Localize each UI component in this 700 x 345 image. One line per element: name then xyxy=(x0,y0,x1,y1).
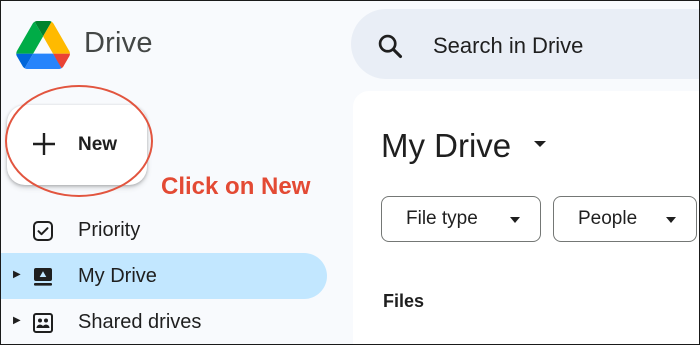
files-section-heading: Files xyxy=(383,291,425,311)
chevron-down-icon xyxy=(510,217,520,223)
annotation-circle xyxy=(5,85,153,197)
sidebar-item-label: My Drive xyxy=(78,265,157,287)
chevron-down-icon[interactable] xyxy=(533,137,547,151)
sidebar-item-priority[interactable]: Priority xyxy=(1,207,327,253)
my-drive-icon xyxy=(34,268,52,286)
search-bar[interactable]: Search in Drive xyxy=(351,9,699,79)
priority-checkbox-icon xyxy=(33,221,53,241)
google-drive-logo-icon[interactable] xyxy=(15,21,71,69)
app-name[interactable]: Drive xyxy=(84,27,153,60)
drive-window: Drive Search in Drive Priority ▶ My Driv… xyxy=(0,0,700,345)
shared-drives-icon xyxy=(33,313,53,333)
annotation-callout: Click on New xyxy=(161,173,311,200)
expand-caret-icon[interactable]: ▶ xyxy=(13,269,21,280)
chevron-down-icon xyxy=(666,217,676,223)
filter-chip-label: People xyxy=(578,208,638,229)
sidebar-item-my-drive[interactable]: ▶ My Drive xyxy=(1,253,327,299)
sidebar-item-shared-drives[interactable]: ▶ Shared drives xyxy=(1,299,327,344)
sidebar-item-label: Priority xyxy=(78,219,141,241)
filter-chip-people[interactable]: People xyxy=(553,196,697,242)
search-input[interactable]: Search in Drive xyxy=(433,33,583,59)
filter-chip-label: File type xyxy=(406,208,478,229)
filter-chip-file-type[interactable]: File type xyxy=(381,196,541,242)
main-content: My Drive File type People Files xyxy=(353,91,699,344)
sidebar-item-label: Shared drives xyxy=(78,311,202,333)
search-icon[interactable] xyxy=(376,32,404,60)
page-title[interactable]: My Drive xyxy=(381,127,511,165)
expand-caret-icon[interactable]: ▶ xyxy=(13,315,21,326)
